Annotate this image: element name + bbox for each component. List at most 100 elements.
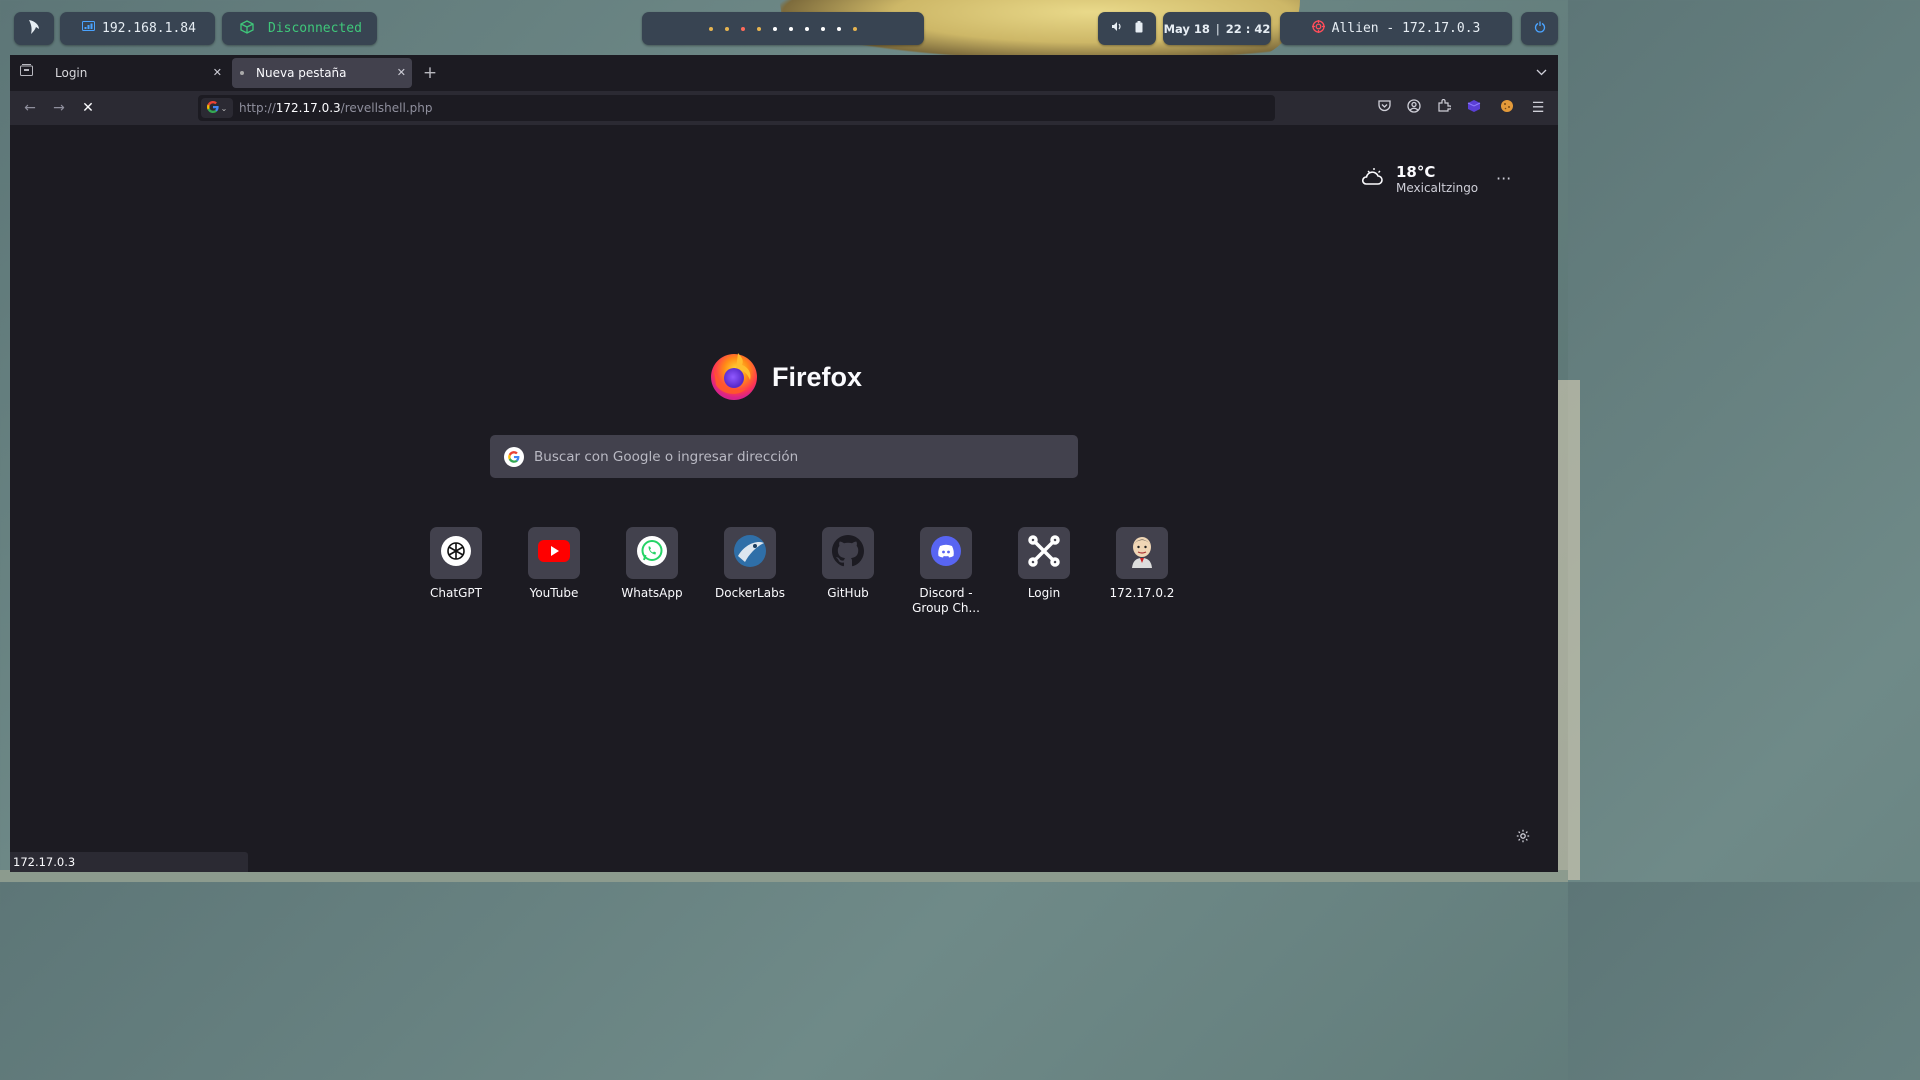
tab-login[interactable]: Login ✕ (46, 58, 228, 88)
weather-widget[interactable]: 18°C Mexicaltzingo (1360, 163, 1478, 195)
extension-purple-button[interactable] (1465, 99, 1483, 117)
shortcut-tile[interactable] (626, 527, 678, 579)
shortcut-tile[interactable] (1116, 527, 1168, 579)
vpn-status-widget[interactable]: Disconnected (222, 12, 377, 45)
firefox-view-button[interactable] (16, 63, 36, 83)
chevron-down-icon (1536, 65, 1547, 80)
chevron-down-icon: ⌄ (220, 103, 228, 113)
parrot-logo-icon (27, 19, 41, 39)
cloud-sun-icon (1360, 166, 1384, 192)
hamburger-icon: ☰ (1531, 100, 1545, 116)
tab-title: Nueva pestaña (256, 66, 347, 80)
shortcut-172-17-0-2[interactable]: 172.17.0.2 (1093, 527, 1191, 616)
workspaces-bar[interactable] (642, 12, 924, 45)
shortcut-tile[interactable] (1018, 527, 1070, 579)
shortcut-youtube[interactable]: YouTube (505, 527, 603, 616)
workspace-indicator-9[interactable] (837, 26, 841, 31)
workspace-indicator-2[interactable] (725, 26, 729, 31)
chatgpt-icon (441, 536, 471, 570)
power-icon (1534, 21, 1546, 37)
search-placeholder: Buscar con Google o ingresar dirección (534, 448, 799, 465)
tab-loading-icon (240, 71, 244, 75)
github-icon (832, 535, 864, 571)
new-tab-page: 18°C Mexicaltzingo ··· Firefox Buscar co… (10, 125, 1558, 872)
workspace-indicator-10[interactable] (853, 26, 857, 31)
clock-widget[interactable]: May 18 | 22 : 42 (1163, 12, 1271, 45)
shortcut-login[interactable]: Login (995, 527, 1093, 616)
url-host: 172.17.0.3 (275, 101, 341, 115)
shortcut-label: Login (1027, 586, 1061, 600)
workspace-indicator-4[interactable] (757, 26, 761, 31)
target-icon (1311, 20, 1325, 37)
url-bar[interactable]: ⌄ http://172.17.0.3/revellshell.php (198, 95, 1275, 121)
pocket-button[interactable] (1375, 99, 1393, 117)
more-horizontal-icon: ··· (1496, 169, 1512, 188)
stop-icon: ✕ (82, 100, 94, 116)
shortcut-tile[interactable] (528, 527, 580, 579)
shortcut-dockerlabs[interactable]: DockerLabs (701, 527, 799, 616)
tab-close-icon[interactable]: ✕ (213, 66, 222, 79)
personalize-button[interactable] (1516, 829, 1530, 847)
status-panel: 172.17.0.3 (10, 852, 248, 872)
google-icon (504, 446, 524, 467)
target-text: Allien - 172.17.0.3 (1331, 21, 1481, 36)
vpn-status-text: Disconnected (268, 21, 362, 36)
firefox-view-icon (19, 64, 33, 80)
pocket-icon (1377, 100, 1391, 115)
shortcut-whatsapp[interactable]: WhatsApp (603, 527, 701, 616)
jenkins-icon (1127, 534, 1157, 572)
puzzle-icon (1437, 98, 1452, 115)
shortcut-label: WhatsApp (621, 586, 683, 600)
workspace-indicator-3[interactable] (741, 26, 745, 31)
time-text: 22 : 42 (1225, 21, 1271, 36)
battery-icon[interactable] (1135, 20, 1143, 37)
power-button[interactable] (1521, 12, 1558, 45)
menu-launcher-button[interactable] (14, 12, 54, 45)
joomla-icon (1027, 534, 1061, 572)
weather-location: Mexicaltzingo (1396, 181, 1479, 195)
new-tab-button[interactable]: + (420, 63, 440, 83)
url-path: /revellshell.php (340, 101, 433, 115)
whatsapp-icon (637, 536, 667, 570)
shortcut-tile[interactable] (822, 527, 874, 579)
google-icon (206, 101, 219, 115)
navigation-toolbar: ← → ✕ ⌄ http://172.17.0.3/revellshell.ph… (10, 91, 1558, 125)
arrow-left-icon: ← (24, 100, 36, 116)
shortcut-tile[interactable] (430, 527, 482, 579)
search-engine-button[interactable]: ⌄ (201, 98, 233, 118)
tab-new-tab[interactable]: Nueva pestaña ✕ (232, 58, 412, 88)
forward-button[interactable]: → (49, 98, 69, 118)
extensions-button[interactable] (1435, 98, 1453, 117)
extension-cookie-button[interactable] (1498, 99, 1516, 117)
workspace-indicator-6[interactable] (789, 26, 793, 31)
firefox-logo-icon (708, 349, 760, 405)
workspace-indicator-5[interactable] (773, 26, 777, 31)
account-button[interactable] (1405, 99, 1423, 117)
workspace-indicator-8[interactable] (821, 26, 825, 31)
clock-separator: | (1215, 21, 1220, 36)
shortcut-label: DockerLabs (715, 586, 785, 600)
system-tray[interactable] (1098, 12, 1156, 45)
tab-close-icon[interactable]: ✕ (397, 66, 406, 79)
shortcut-chatgpt[interactable]: ChatGPT (407, 527, 505, 616)
cookie-icon (1500, 100, 1514, 116)
shortcut-tile[interactable] (920, 527, 972, 579)
shortcut-discord[interactable]: Discord - Group Ch... (897, 527, 995, 616)
workspace-indicator-1[interactable] (709, 26, 713, 31)
target-widget[interactable]: Allien - 172.17.0.3 (1280, 12, 1512, 45)
top-sites: ChatGPT YouTube WhatsApp DockerLabs GitH… (407, 527, 1191, 616)
local-ip-widget[interactable]: 192.168.1.84 (60, 12, 215, 45)
app-menu-button[interactable]: ☰ (1529, 99, 1547, 117)
arrow-right-icon: → (53, 100, 65, 116)
search-box[interactable]: Buscar con Google o ingresar dirección (490, 435, 1078, 478)
shortcut-label: 172.17.0.2 (1109, 586, 1175, 600)
list-all-tabs-button[interactable] (1531, 63, 1551, 83)
shortcut-tile[interactable] (724, 527, 776, 579)
workspace-indicator-7[interactable] (805, 26, 809, 31)
tab-strip: Login ✕ Nueva pestaña ✕ + (10, 55, 1558, 91)
stop-button[interactable]: ✕ (78, 98, 98, 118)
volume-icon[interactable] (1111, 21, 1123, 36)
weather-menu-button[interactable]: ··· (1496, 169, 1511, 188)
back-button[interactable]: ← (20, 98, 40, 118)
shortcut-github[interactable]: GitHub (799, 527, 897, 616)
